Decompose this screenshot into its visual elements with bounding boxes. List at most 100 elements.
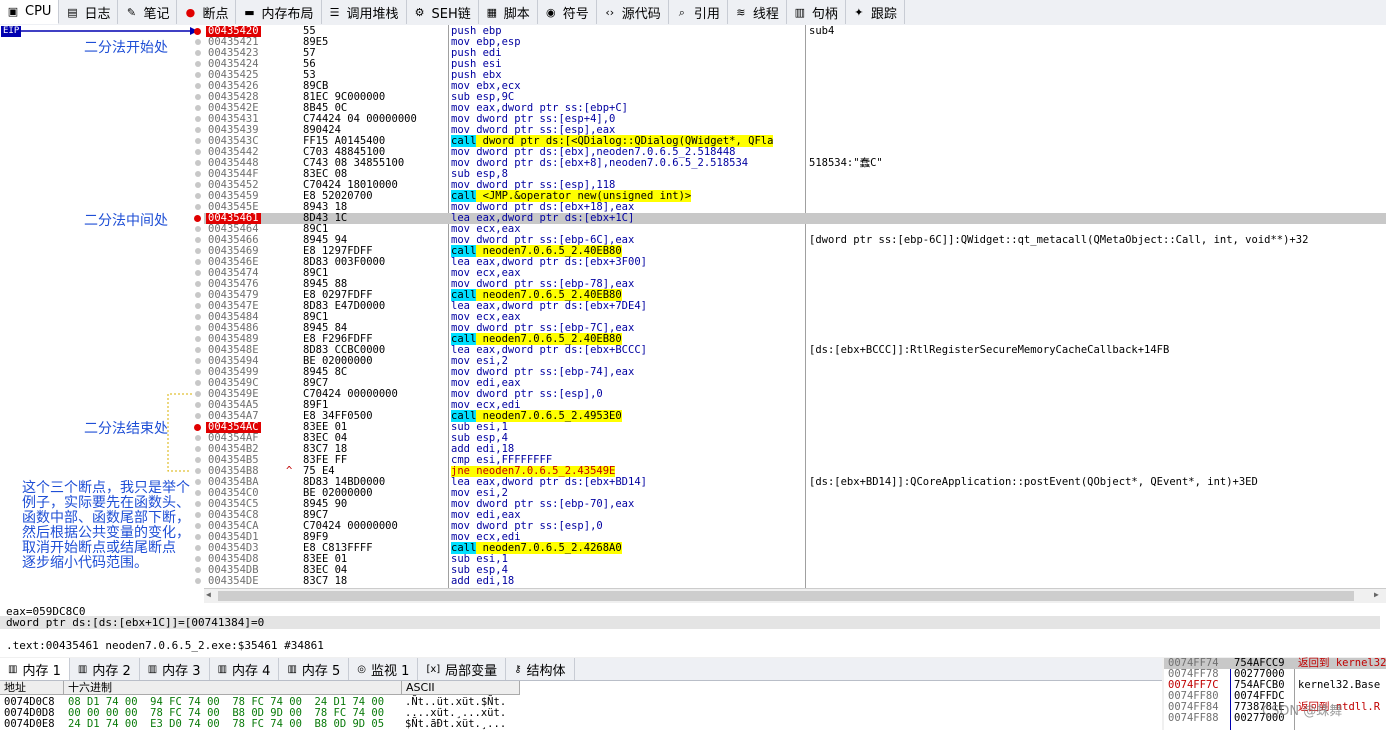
dump-tab[interactable]: [x] 局部变量 xyxy=(418,658,507,680)
breakpoint-slot-icon[interactable] xyxy=(195,490,201,496)
disasm-row[interactable]: 00435486 8945 84 mov dword ptr ss:[ebp-7C]… xyxy=(204,323,1386,334)
breakpoint-slot-icon[interactable] xyxy=(195,534,201,540)
breakpoint-slot-icon[interactable] xyxy=(195,468,201,474)
stack-view[interactable]: 0074FF74 754AFCC9 返回到 kernel32 0074FF78 0027… xyxy=(1164,658,1386,730)
disasm-row[interactable]: 004354A7 E8 34FF0500 call neoden7.0.6.5_2.… xyxy=(204,410,1386,422)
dump-tab[interactable]: ▥ 内存 2 xyxy=(70,658,140,680)
breakpoint-slot-icon[interactable] xyxy=(195,479,201,485)
disasm-row[interactable]: 00435484 89C1 mov ecx,eax xyxy=(204,312,1386,323)
breakpoint-slot-icon[interactable] xyxy=(195,171,201,177)
breakpoint-slot-icon[interactable] xyxy=(195,182,201,188)
breakpoint-slot-icon[interactable] xyxy=(195,336,201,342)
disasm-row[interactable]: 00435448 C743 08 34855100 mov dword ptr ds… xyxy=(204,158,1386,169)
breakpoint-slot-icon[interactable] xyxy=(195,39,201,45)
disasm-row[interactable]: 004354B5 83FE FF cmp esi,FFFFFFFF xyxy=(204,455,1386,466)
disasm-row[interactable]: 00435499 8945 8C mov dword ptr ss:[ebp-74]… xyxy=(204,367,1386,378)
breakpoint-icon[interactable] xyxy=(194,28,201,35)
dump-tab[interactable]: ⚷ 结构体 xyxy=(506,658,575,680)
disasm-row[interactable]: 004354BA 8D83 14BD0000 lea eax,dword ptr d… xyxy=(204,477,1386,488)
disasm-address[interactable]: 004354DE xyxy=(208,576,259,587)
disasm-row[interactable]: 00435423 57 push edi xyxy=(204,48,1386,59)
scrollbar-thumb[interactable] xyxy=(218,591,1354,601)
breakpoint-slot-icon[interactable] xyxy=(195,457,201,463)
breakpoint-slot-icon[interactable] xyxy=(195,325,201,331)
tab-notes[interactable]: ✎ 笔记 xyxy=(118,0,178,24)
breakpoint-slot-icon[interactable] xyxy=(195,160,201,166)
breakpoint-slot-icon[interactable] xyxy=(195,138,201,144)
breakpoint-slot-icon[interactable] xyxy=(195,248,201,254)
disasm-row[interactable]: 004354AC 83EE 01 sub esi,1 xyxy=(204,422,1386,433)
breakpoint-slot-icon[interactable] xyxy=(195,303,201,309)
disasm-row[interactable]: 004354C5 8945 90 mov dword ptr ss:[ebp-70]… xyxy=(204,499,1386,510)
disasm-row[interactable]: 00435425 53 push ebx xyxy=(204,70,1386,81)
tab-script[interactable]: ▦ 脚本 xyxy=(479,0,538,24)
disasm-row[interactable]: 00435431 C74424 04 00000000 mov dword ptr … xyxy=(204,114,1386,125)
breakpoint-slot-icon[interactable] xyxy=(195,72,201,78)
breakpoint-slot-icon[interactable] xyxy=(195,226,201,232)
disasm-row[interactable]: 004354DB 83EC 04 sub esp,4 xyxy=(204,565,1386,576)
disasm-row[interactable]: 0043546E 8D83 003F0000 lea eax,dword ptr d… xyxy=(204,257,1386,268)
breakpoint-slot-icon[interactable] xyxy=(195,556,201,562)
breakpoint-slot-icon[interactable] xyxy=(195,501,201,507)
breakpoint-column[interactable] xyxy=(192,25,204,603)
breakpoint-slot-icon[interactable] xyxy=(195,270,201,276)
breakpoint-icon[interactable] xyxy=(194,215,201,222)
tab-breakpoint[interactable]: ● 断点 xyxy=(177,0,237,24)
breakpoint-slot-icon[interactable] xyxy=(195,446,201,452)
breakpoint-slot-icon[interactable] xyxy=(195,578,201,584)
dump-header-address[interactable]: 地址 xyxy=(0,681,64,695)
breakpoint-slot-icon[interactable] xyxy=(195,369,201,375)
breakpoint-slot-icon[interactable] xyxy=(195,402,201,408)
disasm-row[interactable]: 00435461 8D43 1C lea eax,dword ptr ds:[ebx… xyxy=(204,213,1386,224)
tab-cpu[interactable]: ▣ CPU xyxy=(0,0,60,24)
disassembly-grid[interactable]: 00435420 55 push ebp sub4 00435421 89E5 mov eb… xyxy=(204,25,1386,603)
disasm-row[interactable]: 004354CA C70424 00000000 mov dword ptr ss:… xyxy=(204,521,1386,532)
dump-address[interactable]: 0074D0E8 xyxy=(4,719,55,730)
scroll-left-icon[interactable]: ◀ xyxy=(206,590,214,601)
breakpoint-slot-icon[interactable] xyxy=(195,358,201,364)
breakpoint-slot-icon[interactable] xyxy=(195,391,201,397)
dump-tab[interactable]: ▥ 内存 4 xyxy=(210,658,280,680)
breakpoint-slot-icon[interactable] xyxy=(195,347,201,353)
tab-references[interactable]: ⌕ 引用 xyxy=(669,0,728,24)
breakpoint-slot-icon[interactable] xyxy=(195,292,201,298)
disasm-row[interactable]: 0043545E 8943 18 mov dword ptr ds:[ebx+18]… xyxy=(204,202,1386,213)
disasm-row[interactable]: 004354B2 83C7 18 add edi,18 xyxy=(204,444,1386,455)
breakpoint-slot-icon[interactable] xyxy=(195,61,201,67)
stack-comment[interactable]: 返回到 kernel32 xyxy=(1298,658,1386,669)
breakpoint-slot-icon[interactable] xyxy=(195,523,201,529)
disasm-row[interactable]: 00435452 C70424 18010000 mov dword ptr ss:… xyxy=(204,180,1386,191)
tab-source[interactable]: ‹› 源代码 xyxy=(597,0,669,24)
breakpoint-slot-icon[interactable] xyxy=(195,94,201,100)
disasm-row[interactable]: 0043549E C70424 00000000 mov dword ptr ss:… xyxy=(204,389,1386,400)
tab-handles[interactable]: ▥ 句柄 xyxy=(787,0,846,24)
disasm-row[interactable]: 00435459 E8 52020700 call <JMP.&operator n… xyxy=(204,190,1386,202)
breakpoint-slot-icon[interactable] xyxy=(195,314,201,320)
breakpoint-slot-icon[interactable] xyxy=(195,50,201,56)
tab-seh[interactable]: ⚙ SEH链 xyxy=(407,0,479,24)
tab-memory-map[interactable]: ▬ 内存布局 xyxy=(236,0,322,24)
breakpoint-slot-icon[interactable] xyxy=(195,512,201,518)
tab-threads[interactable]: ≋ 线程 xyxy=(728,0,787,24)
disasm-row[interactable]: 004354D3 E8 C813FFFF call neoden7.0.6.5_2.… xyxy=(204,542,1386,554)
breakpoint-slot-icon[interactable] xyxy=(195,545,201,551)
breakpoint-slot-icon[interactable] xyxy=(195,380,201,386)
breakpoint-slot-icon[interactable] xyxy=(195,204,201,210)
disasm-row[interactable]: 00435420 55 push ebp sub4 xyxy=(204,26,1386,37)
stack-comment[interactable]: kernel32.Base xyxy=(1298,680,1380,691)
horizontal-scrollbar[interactable]: ◀ ▶ xyxy=(204,588,1386,603)
tab-log[interactable]: ▤ 日志 xyxy=(59,0,119,24)
stack-address[interactable]: 0074FF88 xyxy=(1168,713,1219,724)
tab-symbols[interactable]: ◉ 符号 xyxy=(538,0,597,24)
disasm-row[interactable]: 00435476 8945 88 mov dword ptr ss:[ebp-78]… xyxy=(204,279,1386,290)
disasm-row[interactable]: 004354AF 83EC 04 sub esp,4 xyxy=(204,433,1386,444)
disasm-row[interactable]: 00435428 81EC 9C000000 sub esp,9C xyxy=(204,92,1386,103)
dump-ascii[interactable]: $Ñt.ãÐt.xüt.¸... xyxy=(405,719,506,730)
breakpoint-icon[interactable] xyxy=(194,424,201,431)
dump-tab[interactable]: ▥ 内存 5 xyxy=(279,658,350,680)
breakpoint-slot-icon[interactable] xyxy=(195,116,201,122)
disasm-row[interactable]: 00435466 8945 94 mov dword ptr ss:[ebp-6C]… xyxy=(204,235,1386,246)
breakpoint-slot-icon[interactable] xyxy=(195,237,201,243)
disasm-row[interactable]: 0043548E 8D83 CCBC0000 lea eax,dword ptr d… xyxy=(204,345,1386,356)
dump-tab[interactable]: ▥ 内存 1 xyxy=(0,658,70,680)
